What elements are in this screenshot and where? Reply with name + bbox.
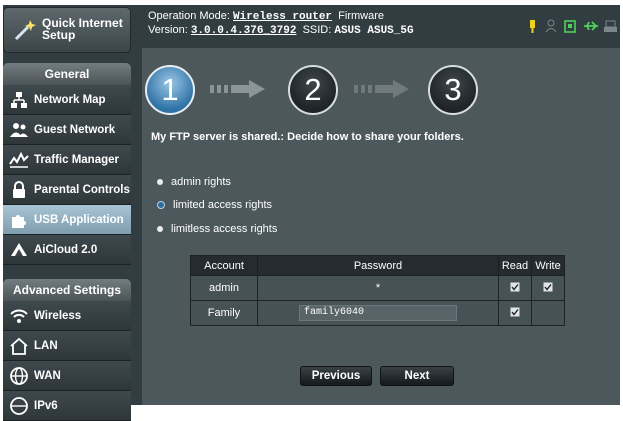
sidebar-item-label: IPv6 (34, 399, 58, 412)
radio-button[interactable] (157, 179, 163, 185)
table-row: admin * (190, 275, 565, 301)
account-table: Account Password Read Write admin * Fami… (190, 255, 565, 326)
network-map-icon (11, 92, 27, 108)
read-cell (498, 275, 532, 301)
write-column-header: Write (531, 255, 565, 276)
lock-icon (13, 181, 25, 198)
step-number: 1 (161, 72, 179, 107)
quick-setup-label: Quick Internet Setup (42, 16, 123, 42)
step-arrow-icon (354, 80, 409, 98)
step-arrow-icon (210, 80, 265, 98)
account-column-header: Account (190, 255, 258, 276)
storage-status-icon[interactable] (564, 20, 576, 33)
op-mode-link[interactable]: Wireless router (233, 11, 332, 23)
wizard-description: My FTP server is shared.: Decide how to … (151, 131, 464, 143)
general-header: General (3, 63, 131, 85)
sidebar-item-label: LAN (34, 339, 58, 352)
option-limitless-access-rights[interactable]: limitless access rights (157, 223, 277, 235)
step-number: 3 (444, 72, 462, 107)
sidebar-item-lan[interactable]: LAN (3, 331, 131, 361)
table-row: Family family6040 (190, 300, 565, 326)
step-number: 2 (304, 72, 322, 107)
write-cell (531, 300, 565, 326)
home-icon (10, 337, 28, 355)
firmware-version-link[interactable]: 3.0.0.4.376_3792 (191, 25, 297, 37)
quick-internet-setup-button[interactable]: Quick Internet Setup (3, 7, 131, 53)
sidebar-item-aicloud[interactable]: AiCloud 2.0 (3, 235, 131, 265)
globe-icon (10, 367, 28, 385)
general-menu: Network Map Guest Network Traffic Manage… (3, 85, 131, 265)
sidebar-item-label: Parental Controls (34, 183, 130, 196)
ssid-label: SSID: (302, 24, 332, 36)
printer-icon[interactable] (604, 20, 617, 32)
sidebar-item-traffic-manager[interactable]: Traffic Manager (3, 145, 131, 175)
write-checkbox[interactable] (543, 282, 553, 292)
sidebar-item-guest-network[interactable]: Guest Network (3, 115, 131, 145)
read-cell (498, 300, 532, 326)
password-cell: family6040 (257, 300, 499, 326)
sidebar-item-label: AiCloud 2.0 (34, 243, 98, 256)
status-header: Operation Mode: Wireless router Firmware… (148, 10, 414, 38)
option-admin-rights[interactable]: admin rights (157, 176, 231, 188)
wireless-icon (10, 309, 28, 323)
option-limited-access-rights[interactable]: limited access rights (157, 199, 272, 211)
globe-icon (10, 397, 28, 415)
password-column-header: Password (257, 255, 499, 276)
firmware-label: Firmware (338, 10, 384, 22)
sidebar-item-usb-application[interactable]: USB Application (3, 205, 131, 235)
sidebar-item-label: USB Application (34, 213, 124, 226)
next-button[interactable]: Next (380, 366, 454, 386)
sidebar-item-label: Guest Network (34, 123, 116, 136)
puzzle-icon (12, 215, 26, 228)
sidebar: Quick Internet Setup General Network Map… (3, 7, 131, 421)
sidebar-item-ipv6[interactable]: IPv6 (3, 391, 131, 421)
usb-plug-icon[interactable] (584, 21, 598, 31)
read-checkbox[interactable] (510, 282, 520, 292)
radio-button-selected[interactable] (157, 201, 165, 209)
account-cell: Family (190, 300, 258, 326)
traffic-manager-icon (9, 151, 29, 168)
option-label: limitless access rights (171, 223, 278, 235)
previous-button[interactable]: Previous (300, 366, 372, 386)
option-label: limited access rights (173, 199, 273, 211)
sidebar-item-wan[interactable]: WAN (3, 361, 131, 391)
sidebar-item-parental-controls[interactable]: Parental Controls (3, 175, 131, 205)
table-header-row: Account Password Read Write (190, 255, 565, 276)
write-cell (531, 275, 565, 301)
sidebar-item-wireless[interactable]: Wireless (3, 301, 131, 331)
aicloud-icon (11, 243, 27, 256)
guest-network-icon (10, 123, 28, 137)
radio-button[interactable] (157, 226, 163, 232)
read-checkbox[interactable] (510, 307, 520, 317)
usb-status-icon[interactable] (530, 20, 535, 33)
advanced-menu: Wireless LAN WAN IPv6 (3, 301, 131, 421)
wand-icon (14, 20, 36, 41)
ssid-value: ASUS ASUS_5G (334, 25, 414, 37)
sidebar-item-label: Traffic Manager (34, 153, 119, 166)
read-column-header: Read (498, 255, 532, 276)
account-cell: admin (190, 275, 258, 301)
password-cell: * (257, 275, 499, 301)
user-status-icon[interactable] (545, 19, 557, 33)
advanced-settings-header: Advanced Settings (3, 279, 131, 301)
sidebar-item-label: Network Map (34, 93, 106, 106)
version-label: Version: (148, 24, 188, 36)
sidebar-item-network-map[interactable]: Network Map (3, 85, 131, 115)
sidebar-item-label: WAN (34, 369, 61, 382)
step-3-indicator: 3 (428, 65, 478, 115)
sidebar-item-label: Wireless (34, 309, 82, 322)
option-label: admin rights (171, 176, 231, 188)
status-icons (530, 19, 617, 33)
step-1-indicator: 1 (145, 65, 195, 115)
password-input[interactable]: family6040 (299, 305, 457, 321)
op-mode-label: Operation Mode: (148, 10, 230, 22)
step-2-indicator: 2 (288, 65, 338, 115)
